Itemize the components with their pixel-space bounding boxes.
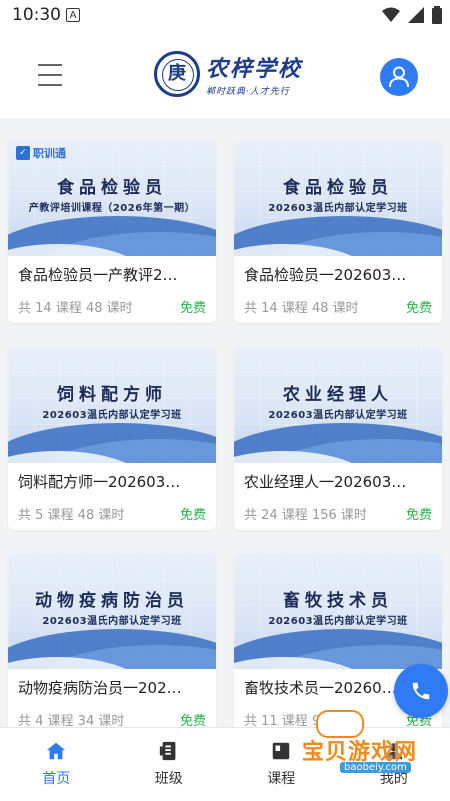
course-card[interactable]: 农业经理人 202603温氏内部认定学习班 农业经理人一202603… 共 24… [234, 346, 442, 530]
course-stats: 共 14 课程 48 课时 [244, 297, 359, 316]
signal-icon [408, 7, 424, 23]
course-name: 动物疫病防治员一202… [8, 669, 216, 698]
bottom-nav: 首页 班级 课程 我的 [0, 727, 450, 801]
course-card[interactable]: ✓职训通 食品检验员 产教评培训课程（2026年第一期） 食品检验员一产教评2…… [8, 139, 216, 323]
course-stats: 共 24 课程 156 课时 [244, 504, 367, 523]
course-banner: 食品检验员 202603温氏内部认定学习班 [234, 139, 442, 256]
course-icon [270, 740, 292, 762]
banner-title: 食品检验员 [8, 173, 216, 198]
banner-subtitle: 202603温氏内部认定学习班 [234, 199, 442, 214]
nav-class[interactable]: 班级 [113, 728, 226, 801]
status-time: 10:30 [12, 5, 61, 25]
banner-title: 畜牧技术员 [234, 586, 442, 611]
banner-subtitle: 202603温氏内部认定学习班 [8, 406, 216, 421]
nav-label: 班级 [155, 768, 183, 788]
nav-course[interactable]: 课程 [225, 728, 338, 801]
nav-label: 首页 [42, 768, 70, 788]
nav-label: 我的 [380, 768, 408, 788]
nav-profile[interactable]: 我的 [338, 728, 450, 801]
hamburger-icon [38, 64, 62, 66]
course-banner: 农业经理人 202603温氏内部认定学习班 [234, 346, 442, 463]
school-seal-icon: 庚 [154, 51, 200, 97]
course-name: 农业经理人一202603… [234, 463, 442, 492]
school-logo: 庚 农梓学校 郸时跃典·人才先行 [154, 48, 302, 100]
banner-subtitle: 202603温氏内部认定学习班 [234, 406, 442, 421]
course-stats: 共 5 课程 48 课时 [18, 504, 124, 523]
course-price: 免费 [406, 504, 432, 523]
notification-icon: A [66, 8, 80, 22]
course-banner: ✓职训通 食品检验员 产教评培训课程（2026年第一期） [8, 139, 216, 256]
school-name: 农梓学校 [206, 51, 302, 83]
app-header: 庚 农梓学校 郸时跃典·人才先行 [0, 30, 450, 118]
wifi-icon [382, 7, 400, 23]
call-button[interactable] [394, 664, 448, 718]
course-price: 免费 [180, 504, 206, 523]
course-card[interactable]: 动物疫病防治员 202603温氏内部认定学习班 动物疫病防治员一202… 共 4… [8, 552, 216, 736]
status-bar: 10:30 A [0, 0, 450, 30]
banner-subtitle: 202603温氏内部认定学习班 [8, 612, 216, 627]
course-name: 食品检验员一202603… [234, 256, 442, 285]
brand-badge: ✓职训通 [16, 145, 66, 161]
course-card[interactable]: 食品检验员 202603温氏内部认定学习班 食品检验员一202603… 共 14… [234, 139, 442, 323]
user-icon [389, 66, 409, 88]
course-stats: 共 14 课程 48 课时 [18, 297, 133, 316]
course-card[interactable]: 饲料配方师 202603温氏内部认定学习班 饲料配方师一202603… 共 5 … [8, 346, 216, 530]
class-icon [158, 740, 180, 762]
system-icons [382, 6, 442, 24]
course-name: 饲料配方师一202603… [8, 463, 216, 492]
banner-title: 食品检验员 [234, 173, 442, 198]
banner-title: 农业经理人 [234, 380, 442, 405]
school-slogan: 郸时跃典·人才先行 [206, 84, 302, 97]
menu-button[interactable] [38, 64, 62, 86]
course-banner: 畜牧技术员 202603温氏内部认定学习班 [234, 552, 442, 669]
user-profile-button[interactable] [380, 58, 418, 96]
course-name: 食品检验员一产教评2… [8, 256, 216, 285]
banner-subtitle: 202603温氏内部认定学习班 [234, 612, 442, 627]
battery-icon [432, 6, 442, 24]
banner-title: 饲料配方师 [8, 380, 216, 405]
course-price: 免费 [406, 297, 432, 316]
course-price: 免费 [180, 297, 206, 316]
course-banner: 饲料配方师 202603温氏内部认定学习班 [8, 346, 216, 463]
banner-subtitle: 产教评培训课程（2026年第一期） [8, 199, 216, 214]
banner-title: 动物疫病防治员 [8, 586, 216, 611]
brand-cube-icon: ✓ [16, 146, 30, 160]
profile-icon [383, 740, 405, 762]
home-icon [45, 740, 67, 762]
nav-home[interactable]: 首页 [0, 728, 113, 801]
phone-icon [410, 680, 432, 702]
nav-label: 课程 [267, 768, 295, 788]
course-banner: 动物疫病防治员 202603温氏内部认定学习班 [8, 552, 216, 669]
